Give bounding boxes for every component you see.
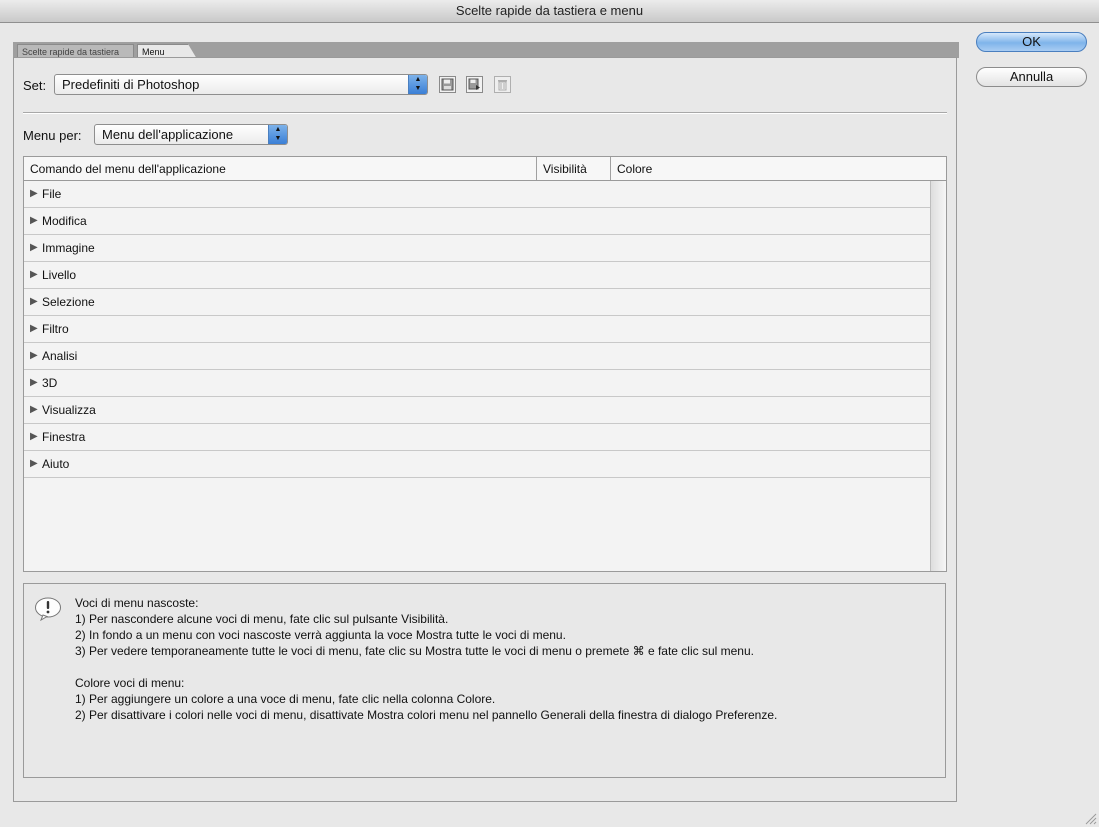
disclosure-triangle-icon[interactable]: ▶ <box>30 316 38 342</box>
disclosure-triangle-icon[interactable]: ▶ <box>30 235 38 261</box>
row-label: Selezione <box>42 295 95 309</box>
row-label: Filtro <box>42 322 69 336</box>
info-line: 2) Per disattivare i colori nelle voci d… <box>75 708 778 722</box>
set-label: Set: <box>23 78 47 93</box>
row-label: File <box>42 187 62 201</box>
cancel-button[interactable]: Annulla <box>976 67 1087 87</box>
info-line: 1) Per aggiungere un colore a una voce d… <box>75 692 496 706</box>
info-box: Voci di menu nascoste: 1) Per nascondere… <box>23 583 946 778</box>
select-arrows-icon: ▲ ▼ <box>408 75 427 94</box>
delete-set-button[interactable] <box>494 76 511 93</box>
trash-icon <box>498 80 507 91</box>
menu-for-label: Menu per: <box>23 128 82 143</box>
menu-for-select-value: Menu dell'applicazione <box>102 127 234 142</box>
table-scrollbar[interactable] <box>930 181 946 571</box>
table-row[interactable]: ▶ Visualizza <box>24 397 930 424</box>
disclosure-triangle-icon[interactable]: ▶ <box>30 370 38 396</box>
disclosure-triangle-icon[interactable]: ▶ <box>30 289 38 315</box>
table-row[interactable]: ▶ 3D <box>24 370 930 397</box>
table-row[interactable]: ▶ File <box>24 181 930 208</box>
row-label: 3D <box>42 376 58 390</box>
tab-menu[interactable]: Menu <box>137 44 197 59</box>
info-line <box>75 659 777 675</box>
window-title: Scelte rapide da tastiera e menu <box>0 0 1099 23</box>
table-header: Comando del menu dell'applicazione Visib… <box>24 157 946 181</box>
save-set-button[interactable] <box>439 76 456 93</box>
exclamation-speech-bubble-icon <box>35 597 61 621</box>
disclosure-triangle-icon[interactable]: ▶ <box>30 343 38 369</box>
row-label: Aiuto <box>42 457 70 471</box>
table-row[interactable]: ▶ Immagine <box>24 235 930 262</box>
floppy-disk-icon <box>441 78 454 91</box>
info-line: 3) Per vedere temporaneamente tutte le v… <box>75 644 754 658</box>
info-text: Voci di menu nascoste: 1) Per nascondere… <box>75 595 777 723</box>
disclosure-triangle-icon[interactable]: ▶ <box>30 181 38 207</box>
disclosure-triangle-icon[interactable]: ▶ <box>30 424 38 450</box>
info-line: 2) In fondo a un menu con voci nascoste … <box>75 628 566 642</box>
table-row[interactable]: ▶ Aiuto <box>24 451 930 478</box>
disclosure-triangle-icon[interactable]: ▶ <box>30 262 38 288</box>
ok-button[interactable]: OK <box>976 32 1087 52</box>
row-label: Immagine <box>42 241 95 255</box>
row-label: Analisi <box>42 349 78 363</box>
table-row[interactable]: ▶ Finestra <box>24 424 930 451</box>
set-select[interactable]: Predefiniti di Photoshop ▲ ▼ <box>54 74 428 95</box>
column-header-color[interactable]: Colore <box>611 157 911 180</box>
row-label: Livello <box>42 268 77 282</box>
info-line: Colore voci di menu: <box>75 676 185 690</box>
row-label: Finestra <box>42 430 86 444</box>
row-label: Visualizza <box>42 403 96 417</box>
column-header-command[interactable]: Comando del menu dell'applicazione <box>24 157 537 180</box>
table-row[interactable]: ▶ Analisi <box>24 343 930 370</box>
table-row[interactable]: ▶ Selezione <box>24 289 930 316</box>
menu-for-select[interactable]: Menu dell'applicazione ▲ ▼ <box>94 124 288 145</box>
menu-commands-table: Comando del menu dell'applicazione Visib… <box>23 156 947 572</box>
table-row[interactable]: ▶ Modifica <box>24 208 930 235</box>
table-row[interactable]: ▶ Livello <box>24 262 930 289</box>
save-set-as-button[interactable] <box>466 76 483 93</box>
disclosure-triangle-icon[interactable]: ▶ <box>30 208 38 234</box>
column-header-visibility[interactable]: Visibilità <box>537 157 611 180</box>
divider <box>23 112 947 114</box>
info-line: 1) Per nascondere alcune voci di menu, f… <box>75 612 449 626</box>
table-row[interactable]: ▶ Filtro <box>24 316 930 343</box>
info-line: Voci di menu nascoste: <box>75 596 199 610</box>
select-arrows-icon: ▲ ▼ <box>268 125 287 144</box>
disclosure-triangle-icon[interactable]: ▶ <box>30 451 38 477</box>
row-label: Modifica <box>42 214 87 228</box>
resize-grip-icon[interactable] <box>1083 811 1097 825</box>
tab-keyboard-shortcuts[interactable]: Scelte rapide da tastiera <box>17 44 134 58</box>
disclosure-triangle-icon[interactable]: ▶ <box>30 397 38 423</box>
set-select-value: Predefiniti di Photoshop <box>62 77 200 92</box>
save-as-icon <box>468 78 480 90</box>
